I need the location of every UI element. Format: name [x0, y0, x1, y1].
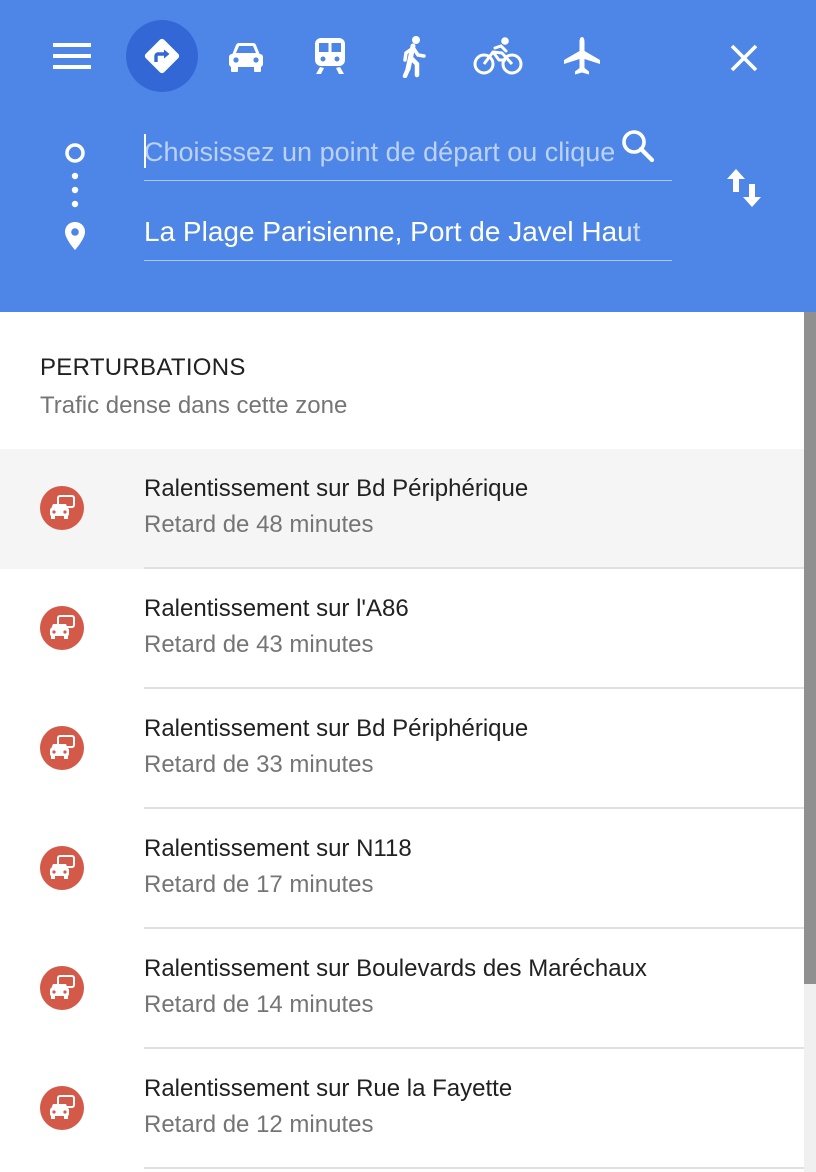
swap-directions-button[interactable]: [718, 160, 770, 216]
disruption-delay: Retard de 12 minutes: [144, 1111, 374, 1138]
disruption-item[interactable]: Ralentissement sur Rue la Fayette Retard…: [0, 1049, 804, 1169]
close-button[interactable]: [718, 32, 770, 84]
cycling-mode-button[interactable]: [462, 20, 534, 92]
close-icon: [730, 44, 758, 72]
disruption-item[interactable]: Ralentissement sur N118 Retard de 17 min…: [0, 809, 804, 929]
traffic-jam-icon: [40, 606, 84, 650]
divider: [144, 1167, 804, 1169]
disruptions-subtitle: Trafic dense dans cette zone: [40, 392, 348, 419]
driving-mode-button[interactable]: [210, 20, 282, 92]
disruption-delay: Retard de 43 minutes: [144, 631, 374, 658]
transit-mode-button[interactable]: [294, 20, 366, 92]
scrollbar[interactable]: [804, 312, 816, 1172]
text-caret: [144, 134, 146, 168]
car-icon: [229, 43, 263, 72]
destination-field[interactable]: La Plage Parisienne, Port de Javel Haut: [144, 204, 672, 261]
disruptions-list: Ralentissement sur Bd Périphérique Retar…: [0, 449, 804, 1169]
route-dots-icon: [71, 172, 79, 208]
destination-pin-icon: [65, 222, 85, 250]
scrollbar-thumb[interactable]: [804, 312, 816, 984]
disruption-title: Ralentissement sur Rue la Fayette: [144, 1075, 513, 1102]
disruption-item[interactable]: Ralentissement sur Bd Périphérique Retar…: [0, 449, 804, 569]
destination-input[interactable]: La Plage Parisienne, Port de Javel Haut: [144, 212, 672, 252]
swap-directions-icon: [727, 169, 761, 207]
disruption-delay: Retard de 17 minutes: [144, 871, 374, 898]
walking-icon: [402, 36, 426, 78]
hamburger-menu-icon: [53, 43, 91, 69]
start-point-input[interactable]: [144, 132, 614, 172]
traffic-jam-icon: [40, 846, 84, 890]
bicycle-icon: [473, 37, 523, 75]
airplane-icon: [564, 37, 600, 75]
directions-header: La Plage Parisienne, Port de Javel Haut: [0, 0, 816, 312]
traffic-jam-icon: [40, 726, 84, 770]
menu-button[interactable]: [46, 32, 98, 80]
disruption-title: Ralentissement sur Bd Périphérique: [144, 715, 529, 742]
disruptions-panel: PERTURBATIONS Trafic dense dans cette zo…: [0, 312, 804, 1172]
traffic-jam-icon: [40, 966, 84, 1010]
start-point-field[interactable]: [144, 124, 672, 181]
start-point-icon: [65, 143, 85, 163]
traffic-jam-icon: [40, 1086, 84, 1130]
disruption-title: Ralentissement sur N118: [144, 835, 412, 862]
disruption-delay: Retard de 48 minutes: [144, 511, 374, 538]
traffic-jam-icon: [40, 486, 84, 530]
disruption-item[interactable]: Ralentissement sur Boulevards des Maréch…: [0, 929, 804, 1049]
disruption-delay: Retard de 33 minutes: [144, 751, 374, 778]
disruptions-title: PERTURBATIONS: [40, 354, 246, 381]
disruption-item[interactable]: Ralentissement sur Bd Périphérique Retar…: [0, 689, 804, 809]
disruption-delay: Retard de 14 minutes: [144, 991, 374, 1018]
search-button[interactable]: [618, 126, 658, 166]
disruption-item[interactable]: Ralentissement sur l'A86 Retard de 43 mi…: [0, 569, 804, 689]
disruption-title: Ralentissement sur Boulevards des Maréch…: [144, 955, 647, 982]
disruption-title: Ralentissement sur Bd Périphérique: [144, 475, 529, 502]
disruption-title: Ralentissement sur l'A86: [144, 595, 409, 622]
directions-mode-button[interactable]: [126, 20, 198, 92]
directions-icon: [144, 38, 180, 74]
search-icon: [622, 130, 655, 163]
flight-mode-button[interactable]: [546, 20, 618, 92]
walking-mode-button[interactable]: [378, 20, 450, 92]
train-icon: [315, 38, 345, 74]
